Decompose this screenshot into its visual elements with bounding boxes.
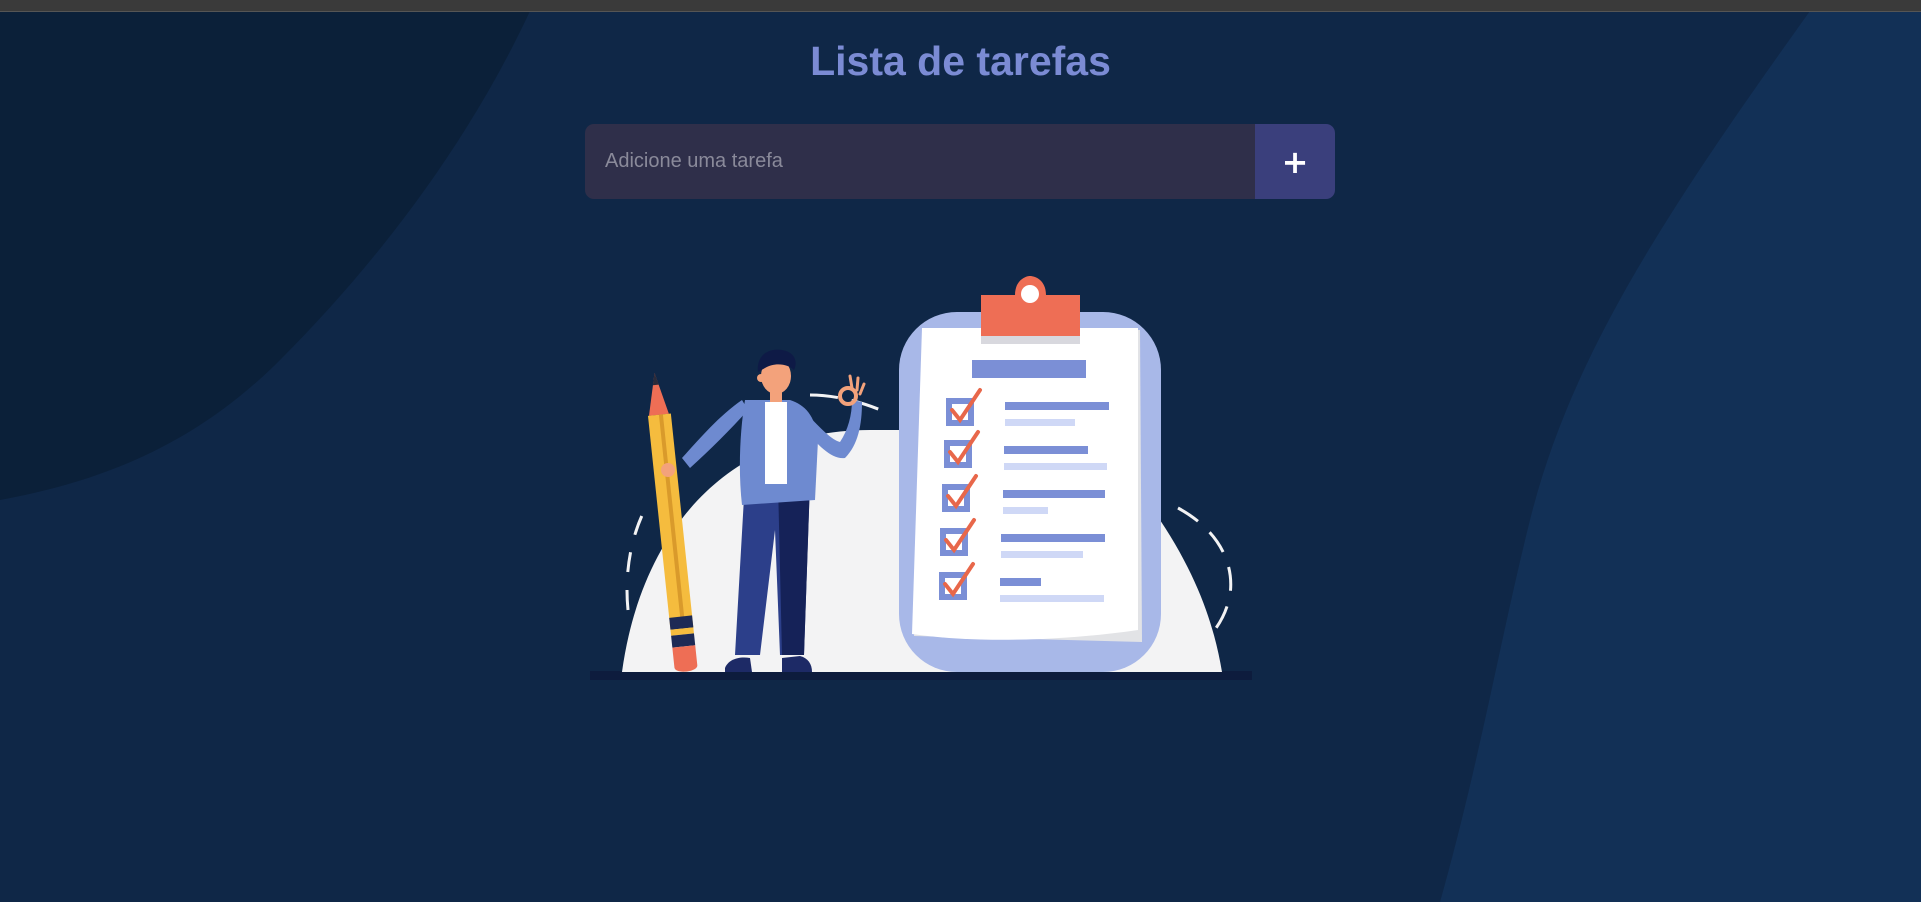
browser-top-bar [0, 0, 1921, 12]
todo-app: Lista de tarefas + [0, 0, 1921, 902]
add-task-form: + [585, 124, 1335, 199]
task-input[interactable] [585, 124, 1255, 199]
plus-icon: + [1281, 142, 1309, 181]
checklist-illustration [590, 276, 1252, 680]
add-task-button[interactable]: + [1255, 124, 1335, 199]
page-title: Lista de tarefas [810, 38, 1111, 84]
ground-line [590, 671, 1252, 680]
